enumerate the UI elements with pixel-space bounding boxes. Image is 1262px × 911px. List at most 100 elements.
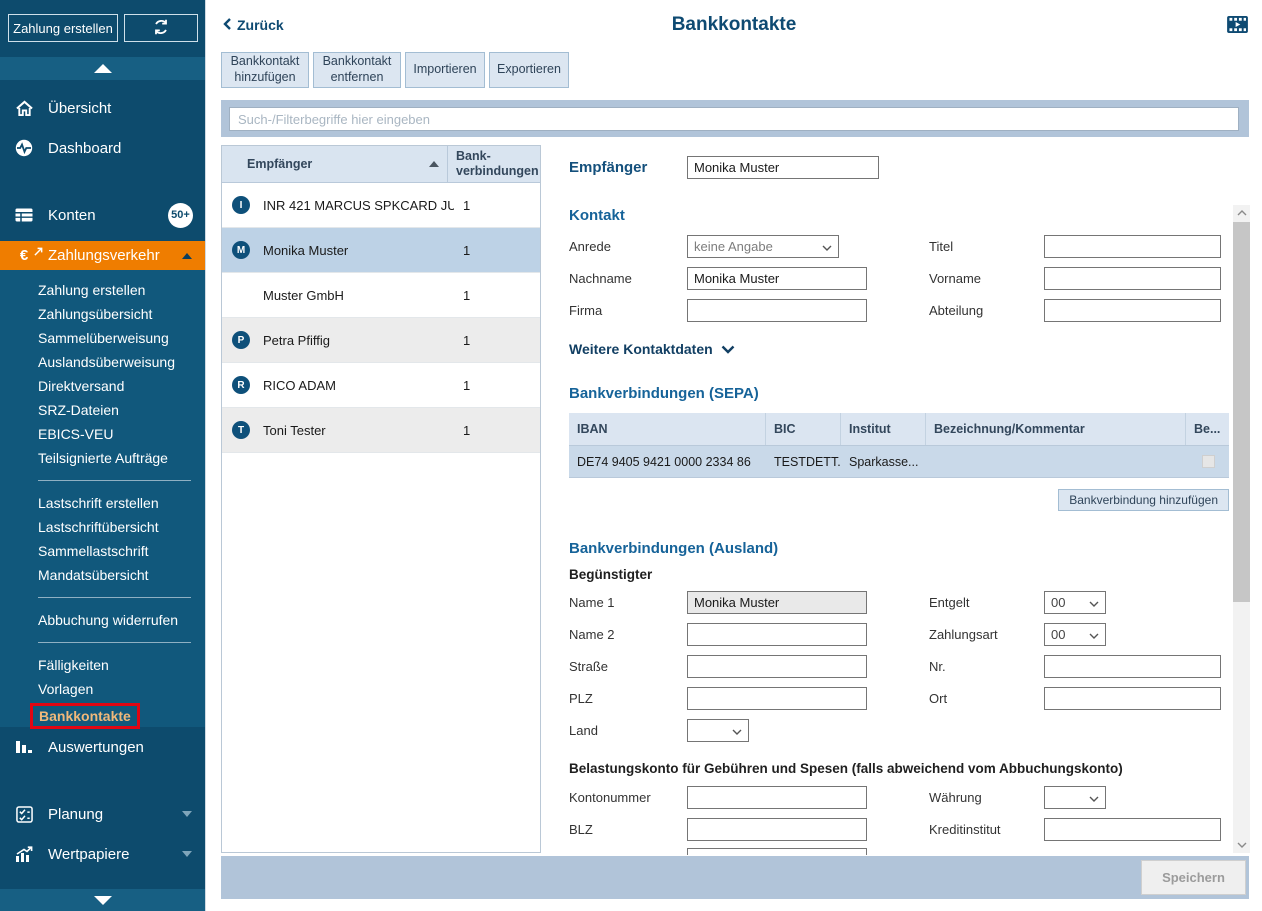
anrede-value: keine Angabe bbox=[694, 239, 773, 254]
submenu-item-direktversand[interactable]: Direktversand bbox=[0, 374, 205, 398]
contact-row-selected[interactable]: M Monika Muster 1 bbox=[222, 228, 540, 273]
sidebar-item-label: Übersicht bbox=[48, 100, 111, 117]
chevron-down-icon bbox=[182, 811, 192, 817]
strasse-input[interactable] bbox=[687, 655, 867, 678]
scrollbar-thumb[interactable] bbox=[1233, 222, 1250, 602]
search-input[interactable] bbox=[229, 107, 1239, 131]
column-header-bankverbindungen[interactable]: Bank-verbindungen bbox=[447, 146, 540, 182]
sidebar-item-konten[interactable]: Konten 50+ bbox=[0, 197, 205, 233]
empfaenger-input[interactable] bbox=[687, 156, 879, 179]
nachname-input[interactable] bbox=[687, 267, 867, 290]
submenu-item-zahlung-erstellen[interactable]: Zahlung erstellen bbox=[0, 278, 205, 302]
scroll-down-arrow[interactable] bbox=[1233, 837, 1250, 853]
submenu-item-sammelueberweisung[interactable]: Sammelüberweisung bbox=[0, 326, 205, 350]
home-icon bbox=[14, 100, 34, 117]
submenu-item-teilsignierte-auftraege[interactable]: Teilsignierte Aufträge bbox=[0, 446, 205, 470]
contact-row[interactable]: I INR 421 MARCUS SPKCARD JUNI 1 bbox=[222, 183, 540, 228]
save-button[interactable]: Speichern bbox=[1141, 860, 1246, 895]
submenu-item-vorlagen[interactable]: Vorlagen bbox=[0, 677, 205, 701]
add-bankcontact-button[interactable]: Bankkontakt hinzufügen bbox=[221, 52, 309, 88]
zahlungsart-select[interactable]: 00 bbox=[1044, 623, 1106, 646]
submenu-item-sammellastschrift[interactable]: Sammellastschrift bbox=[0, 539, 205, 563]
column-header-empfaenger[interactable]: Empfänger bbox=[222, 146, 447, 182]
avatar-slot: M bbox=[228, 241, 254, 259]
chevron-up-icon bbox=[182, 253, 192, 259]
submenu-item-faelligkeiten[interactable]: Fälligkeiten bbox=[0, 653, 205, 677]
sidebar-item-auswertungen[interactable]: Auswertungen bbox=[0, 729, 205, 765]
plz-input[interactable] bbox=[687, 687, 867, 710]
remove-bankcontact-button[interactable]: Bankkontakt entfernen bbox=[313, 52, 401, 88]
kontonummer-label: Kontonummer bbox=[569, 790, 651, 805]
sepa-row-selected[interactable]: DE74 9405 9421 0000 2334 86 TESTDETT... … bbox=[569, 446, 1229, 478]
institut-cell: Sparkasse... bbox=[841, 446, 926, 477]
create-payment-button[interactable]: Zahlung erstellen bbox=[8, 14, 118, 42]
chevron-down-icon bbox=[182, 851, 192, 857]
entgelt-select[interactable]: 00 bbox=[1044, 591, 1106, 614]
vorname-input[interactable] bbox=[1044, 267, 1221, 290]
column-header-iban[interactable]: IBAN bbox=[569, 413, 766, 445]
entgelt-value: 00 bbox=[1051, 595, 1065, 610]
refresh-button[interactable] bbox=[124, 14, 198, 42]
column-header-institut[interactable]: Institut bbox=[841, 413, 926, 445]
entgelt-label: Entgelt bbox=[929, 595, 969, 610]
submenu-item-ebics-veu[interactable]: EBICS-VEU bbox=[0, 422, 205, 446]
contact-row[interactable]: Muster GmbH 1 bbox=[222, 273, 540, 318]
waehrung-select[interactable] bbox=[1044, 786, 1106, 809]
sidebar-item-dashboard[interactable]: Dashboard bbox=[0, 130, 205, 166]
firma-input[interactable] bbox=[687, 299, 867, 322]
chevron-up-icon bbox=[94, 64, 112, 73]
column-header-be[interactable]: Be... bbox=[1186, 413, 1229, 445]
ort-input[interactable] bbox=[1044, 687, 1221, 710]
contact-row[interactable]: P Petra Pfiffig 1 bbox=[222, 318, 540, 363]
sidebar-collapse-bottom[interactable] bbox=[0, 889, 205, 911]
sidebar-item-label: Zahlungsverkehr bbox=[48, 247, 160, 264]
kontonummer-input[interactable] bbox=[687, 786, 867, 809]
contact-list-header: Empfänger Bank-verbindungen bbox=[222, 146, 540, 183]
column-header-bezeichnung[interactable]: Bezeichnung/Kommentar bbox=[926, 413, 1186, 445]
vertical-scrollbar[interactable] bbox=[1233, 205, 1250, 853]
sidebar-item-label: Planung bbox=[48, 806, 103, 823]
titel-input[interactable] bbox=[1044, 235, 1221, 258]
sidebar-item-wertpapiere[interactable]: Wertpapiere bbox=[0, 836, 205, 872]
abteilung-input[interactable] bbox=[1044, 299, 1221, 322]
land-label: Land bbox=[569, 723, 598, 738]
kreditinstitut-input[interactable] bbox=[1044, 818, 1221, 841]
submenu-item-mandatsuebersicht[interactable]: Mandatsübersicht bbox=[0, 563, 205, 587]
add-bank-connection-button[interactable]: Bankverbindung hinzufügen bbox=[1058, 489, 1229, 511]
blz-input[interactable] bbox=[687, 818, 867, 841]
iban-cell: DE74 9405 9421 0000 2334 86 bbox=[569, 446, 766, 477]
ausland-heading: Bankverbindungen (Ausland) bbox=[569, 540, 778, 557]
import-button[interactable]: Importieren bbox=[405, 52, 485, 88]
avatar: M bbox=[232, 241, 250, 259]
export-button[interactable]: Exportieren bbox=[489, 52, 569, 88]
avatar-slot: I bbox=[228, 196, 254, 214]
weitere-kontaktdaten-toggle[interactable]: Weitere Kontaktdaten bbox=[569, 341, 735, 357]
submenu-divider bbox=[38, 642, 191, 643]
contact-row[interactable]: R RICO ADAM 1 bbox=[222, 363, 540, 408]
submenu-item-lastschrift-erstellen[interactable]: Lastschrift erstellen bbox=[0, 491, 205, 515]
column-header-bic[interactable]: BIC bbox=[766, 413, 841, 445]
sort-ascending-icon bbox=[429, 161, 439, 167]
bank-connection-count: 1 bbox=[454, 198, 540, 213]
contact-row[interactable]: T Toni Tester 1 bbox=[222, 408, 540, 453]
name2-input[interactable] bbox=[687, 623, 867, 646]
sidebar-item-planung[interactable]: Planung bbox=[0, 796, 205, 832]
nr-input[interactable] bbox=[1044, 655, 1221, 678]
sidebar-collapse-top[interactable] bbox=[0, 57, 205, 80]
submenu-item-zahlungsuebersicht[interactable]: Zahlungsübersicht bbox=[0, 302, 205, 326]
scroll-up-arrow[interactable] bbox=[1233, 205, 1250, 221]
land-select[interactable] bbox=[687, 719, 749, 742]
row-checkbox[interactable] bbox=[1202, 455, 1215, 468]
avatar: R bbox=[232, 376, 250, 394]
video-tutorial-button[interactable] bbox=[1227, 16, 1248, 38]
submenu-item-auslandsueberweisung[interactable]: Auslandsüberweisung bbox=[0, 350, 205, 374]
avatar-slot: P bbox=[228, 331, 254, 349]
submenu-item-bankkontakte-active[interactable]: Bankkontakte bbox=[30, 703, 140, 729]
submenu-item-lastschriftuebersicht[interactable]: Lastschriftübersicht bbox=[0, 515, 205, 539]
anrede-select[interactable]: keine Angabe bbox=[687, 235, 839, 258]
clipped-input[interactable] bbox=[687, 848, 867, 855]
submenu-item-abbuchung-widerrufen[interactable]: Abbuchung widerrufen bbox=[0, 608, 205, 632]
sidebar-item-zahlungsverkehr[interactable]: € Zahlungsverkehr bbox=[0, 241, 205, 270]
submenu-item-srz-dateien[interactable]: SRZ-Dateien bbox=[0, 398, 205, 422]
sidebar-item-uebersicht[interactable]: Übersicht bbox=[0, 90, 205, 126]
